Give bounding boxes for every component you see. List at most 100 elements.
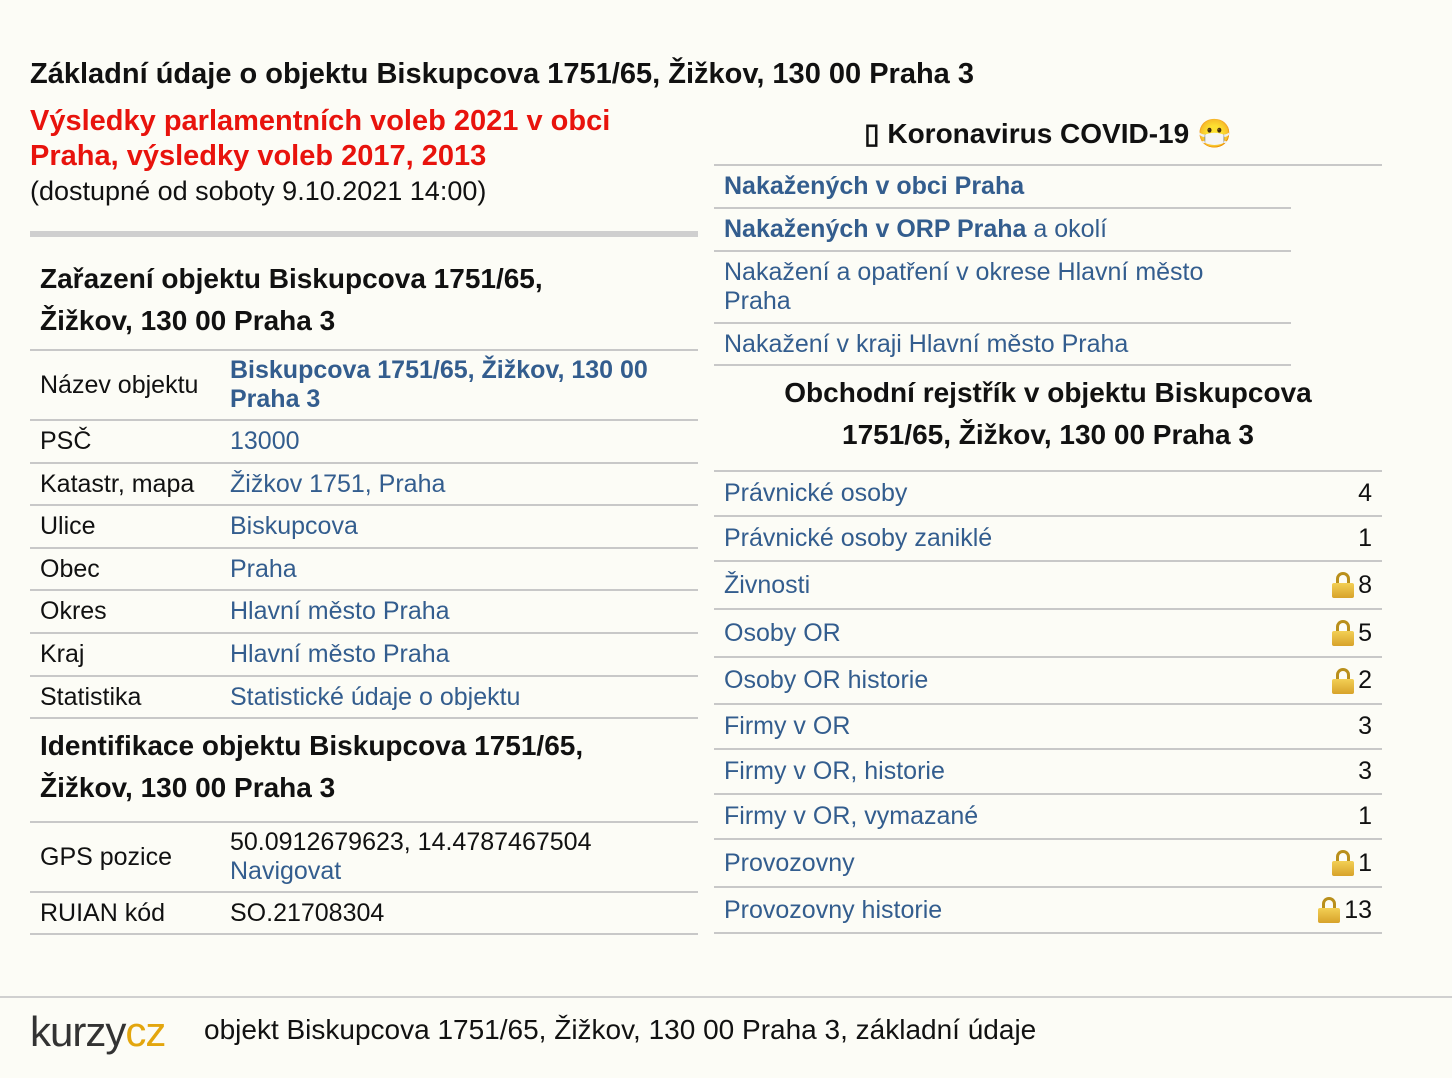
row-key: GPS pozice bbox=[30, 821, 220, 893]
footer-text: objekt Biskupcova 1751/65, Žižkov, 130 0… bbox=[204, 1014, 1037, 1045]
lock-icon[interactable] bbox=[1332, 572, 1355, 598]
rejstrik-count: 5 bbox=[1332, 619, 1372, 648]
identifikace-heading-line-1: Identifikace objektu Biskupcova 1751/65, bbox=[40, 730, 584, 761]
lock-icon[interactable] bbox=[1332, 850, 1355, 876]
statistics-link[interactable]: Statistické údaje o objektu bbox=[230, 683, 520, 711]
identifikace-table: GPS pozice 50.0912679623, 14.4787467504 … bbox=[30, 821, 698, 935]
rejstrik-row-link[interactable]: Firmy v OR, historie bbox=[724, 757, 945, 786]
table-row: Okres Hlavní město Praha bbox=[30, 590, 698, 634]
psc-link[interactable]: 13000 bbox=[230, 427, 300, 455]
cadastre-link[interactable]: Žižkov 1751, Praha bbox=[230, 470, 445, 498]
rejstrik-row-link[interactable]: Živnosti bbox=[724, 571, 810, 600]
covid-orp-link[interactable]: Nakažených v ORP Praha bbox=[724, 215, 1026, 244]
covid-okres-link[interactable]: Nakažení a opatření v okrese Hlavní měst… bbox=[724, 258, 1203, 316]
rejstrik-heading: Obchodní rejstřík v objektu Biskupcova 1… bbox=[714, 366, 1382, 470]
district-link[interactable]: Hlavní město Praha bbox=[230, 597, 450, 625]
table-row: Obec Praha bbox=[30, 548, 698, 591]
navigate-link[interactable]: Navigovat bbox=[230, 857, 341, 885]
rejstrik-count: 1 bbox=[1332, 849, 1372, 878]
list-item: Nakažených v obci Praha bbox=[714, 166, 1291, 209]
row-key: Název objektu bbox=[30, 349, 220, 421]
rejstrik-count: 13 bbox=[1318, 896, 1372, 925]
table-row: Osoby OR historie 2 bbox=[714, 658, 1382, 705]
identifikace-heading: Identifikace objektu Biskupcova 1751/65,… bbox=[30, 719, 698, 821]
count-value: 5 bbox=[1358, 618, 1372, 647]
table-row: Právnické osoby 4 bbox=[714, 472, 1382, 517]
list-item: Nakažení v kraji Hlavní město Praha bbox=[714, 324, 1291, 366]
covid-kraj-link[interactable]: Nakažení v kraji Hlavní město Praha bbox=[724, 330, 1128, 359]
covid-okres-line-1: Nakažení a opatření v okrese Hlavní měst… bbox=[724, 258, 1204, 286]
street-link[interactable]: Biskupcova bbox=[230, 512, 358, 540]
table-row: Katastr, mapa Žižkov 1751, Praha bbox=[30, 463, 698, 506]
count-value: 4 bbox=[1358, 479, 1372, 507]
table-row: Kraj Hlavní město Praha bbox=[30, 633, 698, 677]
row-key: Okres bbox=[30, 590, 220, 634]
row-key: Katastr, mapa bbox=[30, 463, 220, 506]
count-value: 3 bbox=[1358, 712, 1372, 740]
rejstrik-row-link[interactable]: Provozovny historie bbox=[724, 896, 942, 925]
logo-part-1: kurzy bbox=[30, 1008, 126, 1055]
rejstrik-row-link[interactable]: Osoby OR historie bbox=[724, 666, 928, 695]
count-value: 8 bbox=[1358, 570, 1372, 599]
row-key: PSČ bbox=[30, 420, 220, 464]
table-row: Statistika Statistické údaje o objektu bbox=[30, 676, 698, 719]
gps-value: 50.0912679623, 14.4787467504 bbox=[230, 828, 592, 856]
lock-icon[interactable] bbox=[1332, 667, 1355, 694]
rejstrik-count: 1 bbox=[1358, 802, 1372, 831]
zarazeni-heading: Zařazení objektu Biskupcova 1751/65, Žiž… bbox=[30, 251, 698, 349]
table-row: Provozovny 1 bbox=[714, 840, 1382, 888]
row-key: RUIAN kód bbox=[30, 892, 220, 935]
table-row: RUIAN kód SO.21708304 bbox=[30, 892, 698, 935]
count-value: 1 bbox=[1358, 848, 1372, 877]
object-name-line-1: Biskupcova 1751/65, Žižkov, 130 00 bbox=[230, 356, 648, 384]
table-row: Název objektu Biskupcova 1751/65, Žižkov… bbox=[30, 349, 698, 421]
rejstrik-row-link[interactable]: Právnické osoby zaniklé bbox=[724, 524, 992, 553]
table-row: Živnosti 8 bbox=[714, 562, 1382, 610]
rejstrik-row-link[interactable]: Firmy v OR, vymazané bbox=[724, 802, 978, 831]
municipality-link[interactable]: Praha bbox=[230, 555, 297, 583]
mask-face-icon: 😷 bbox=[1196, 118, 1232, 149]
object-name-line-2: Praha 3 bbox=[230, 385, 321, 413]
rejstrik-row-link[interactable]: Právnické osoby bbox=[724, 479, 907, 508]
election-availability: (dostupné od soboty 9.10.2021 14:00) bbox=[30, 176, 487, 206]
row-key: Ulice bbox=[30, 505, 220, 549]
zarazeni-heading-line-1: Zařazení objektu Biskupcova 1751/65, bbox=[40, 263, 543, 294]
rejstrik-heading-line-2: 1751/65, Žižkov, 130 00 Praha 3 bbox=[842, 419, 1254, 450]
count-value: 13 bbox=[1344, 895, 1372, 924]
table-row: Ulice Biskupcova bbox=[30, 505, 698, 549]
identifikace-heading-line-2: Žižkov, 130 00 Praha 3 bbox=[40, 772, 336, 803]
rejstrik-row-link[interactable]: Firmy v OR bbox=[724, 712, 850, 741]
right-column: ▯ Koronavirus COVID-19 😷 Nakažených v ob… bbox=[714, 108, 1382, 934]
table-row: Firmy v OR, vymazané 1 bbox=[714, 795, 1382, 840]
logo-part-2: cz bbox=[125, 1008, 166, 1055]
rejstrik-heading-line-1: Obchodní rejstřík v objektu Biskupcova bbox=[784, 377, 1312, 408]
table-row: GPS pozice 50.0912679623, 14.4787467504 … bbox=[30, 821, 698, 893]
left-column: Výsledky parlamentních voleb 2021 v obci… bbox=[30, 104, 698, 935]
lock-icon[interactable] bbox=[1318, 897, 1341, 923]
count-value: 2 bbox=[1358, 666, 1372, 694]
ruian-value: SO.21708304 bbox=[220, 892, 698, 935]
lock-icon[interactable] bbox=[1332, 620, 1355, 646]
rejstrik-row-link[interactable]: Osoby OR bbox=[724, 619, 841, 648]
rejstrik-count: 2 bbox=[1332, 666, 1372, 695]
list-item: Nakažení a opatření v okrese Hlavní měst… bbox=[714, 252, 1291, 324]
covid-okres-line-2: Praha bbox=[724, 287, 791, 315]
table-row: PSČ 13000 bbox=[30, 420, 698, 464]
covid-orp-surroundings-link[interactable]: a okolí bbox=[1026, 215, 1107, 244]
count-value: 3 bbox=[1358, 757, 1372, 785]
count-value: 1 bbox=[1358, 802, 1372, 830]
object-name-link[interactable]: Biskupcova 1751/65, Žižkov, 130 00 Praha … bbox=[230, 356, 648, 413]
kurzy-logo[interactable]: kurzycz bbox=[30, 1008, 166, 1056]
covid-list: Nakažených v obci Praha Nakažených v ORP… bbox=[714, 166, 1291, 366]
rejstrik-count: 3 bbox=[1358, 712, 1372, 741]
election-link[interactable]: Výsledky parlamentních voleb 2021 v obci… bbox=[30, 104, 698, 174]
page-title: Základní údaje o objektu Biskupcova 1751… bbox=[30, 58, 974, 90]
covid-obec-link[interactable]: Nakažených v obci Praha bbox=[724, 172, 1024, 201]
election-line-1: Výsledky parlamentních voleb 2021 v obci bbox=[30, 105, 611, 137]
covid-heading-text: Koronavirus COVID-19 bbox=[887, 118, 1190, 149]
rejstrik-count: 1 bbox=[1358, 524, 1372, 553]
covid-heading: ▯ Koronavirus COVID-19 😷 bbox=[714, 108, 1382, 166]
rejstrik-row-link[interactable]: Provozovny bbox=[724, 849, 855, 878]
table-row: Firmy v OR 3 bbox=[714, 705, 1382, 750]
region-link[interactable]: Hlavní město Praha bbox=[230, 640, 450, 668]
